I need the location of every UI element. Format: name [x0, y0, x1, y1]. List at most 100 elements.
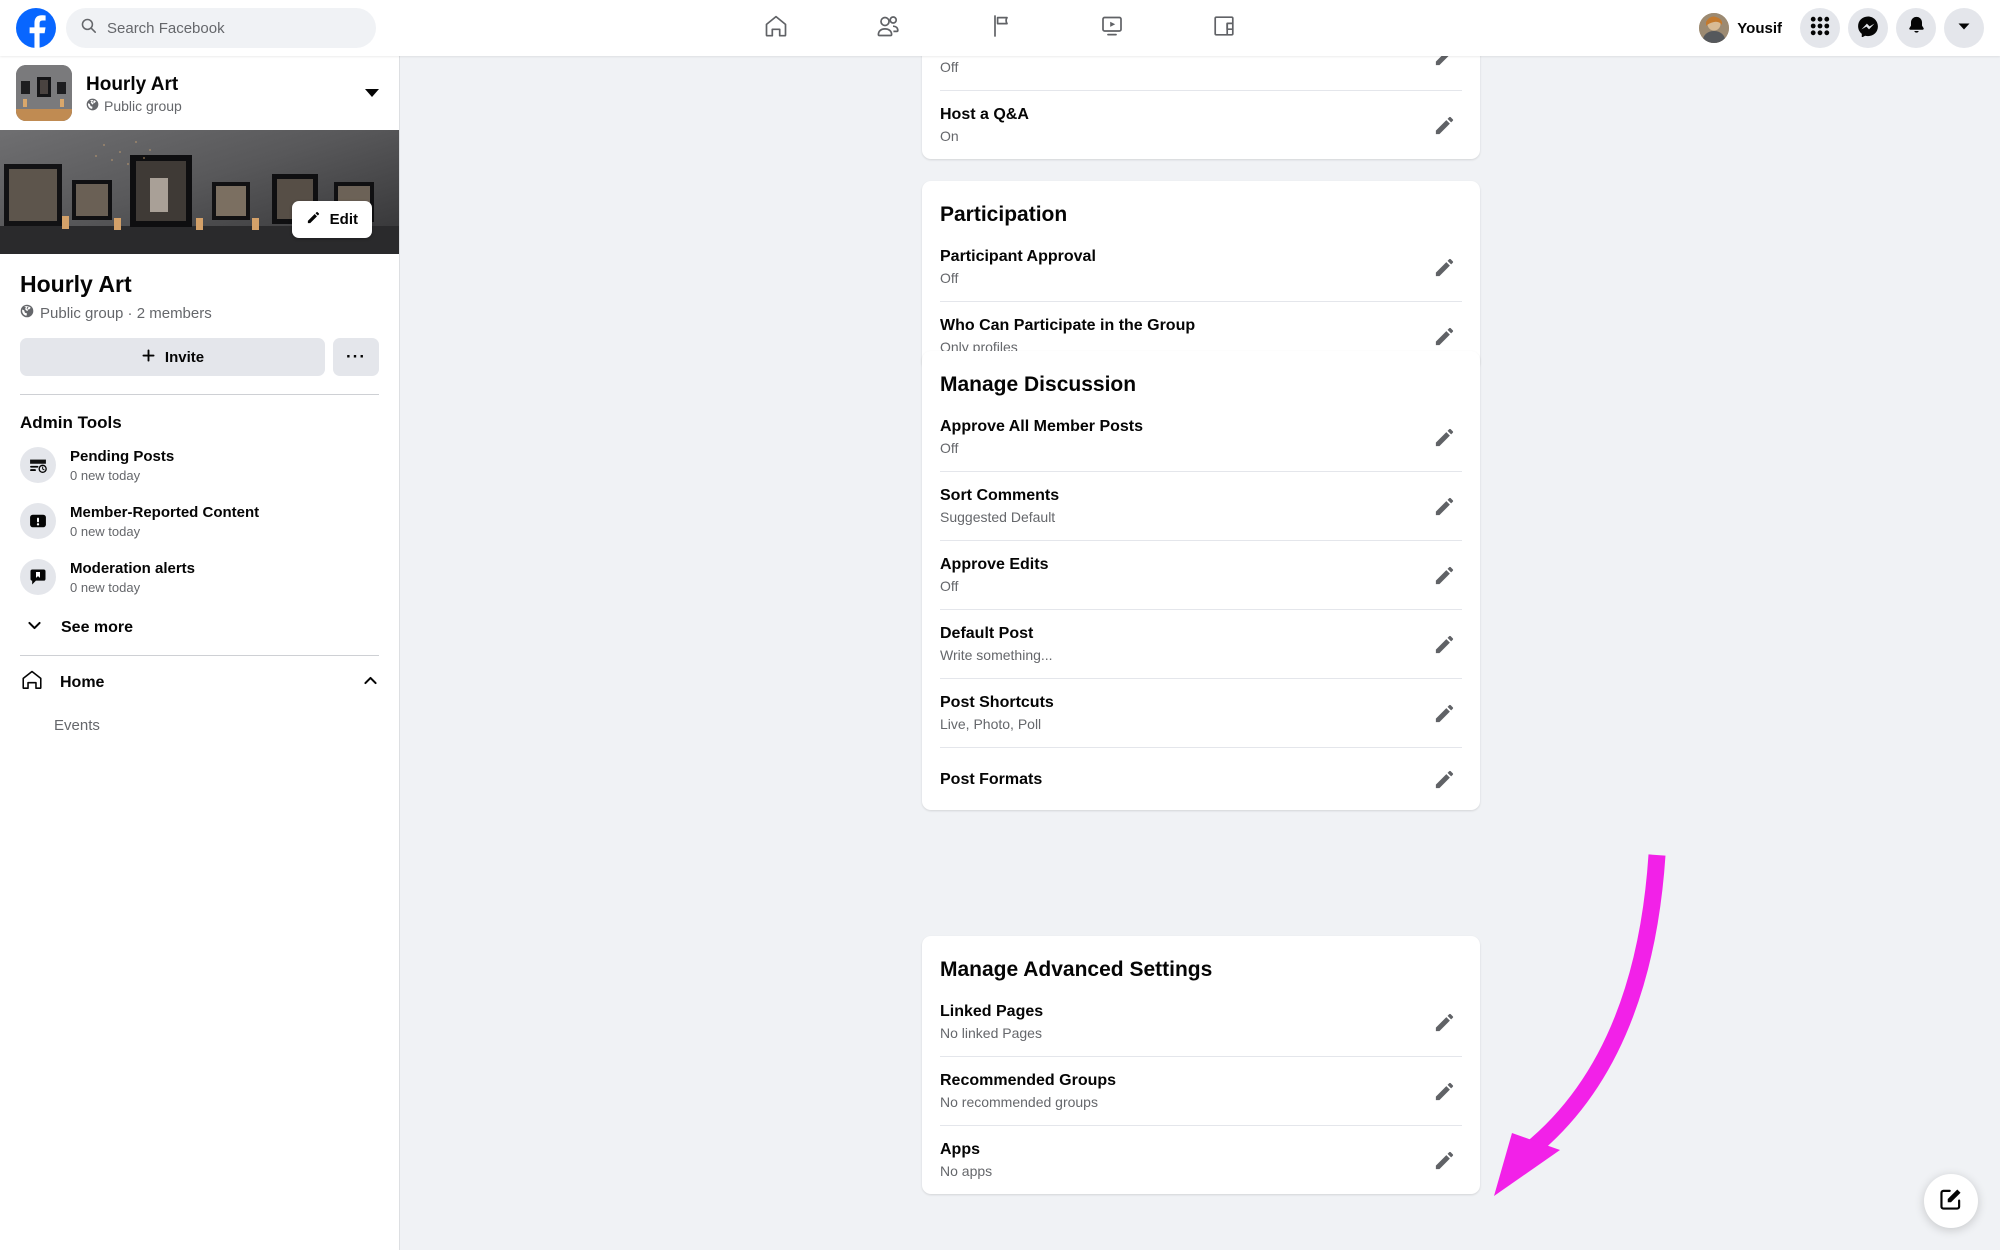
sidebar-item-sublabel: 0 new today — [70, 523, 141, 539]
setting-row-post-formats[interactable]: Post Formats — [940, 747, 1462, 810]
manage-advanced-settings-card-title: Manage Advanced Settings — [940, 958, 1213, 981]
edit-approve-all-member-posts-button[interactable] — [1426, 419, 1462, 455]
sidebar-item-text: Moderation alerts 0 new today — [70, 559, 195, 596]
topbar-left — [0, 8, 420, 48]
chevron-up-icon[interactable] — [362, 672, 379, 694]
setting-label: Host a Q&A — [940, 106, 1029, 123]
messenger-icon — [1857, 15, 1879, 42]
messenger-button[interactable] — [1848, 8, 1888, 48]
setting-text: Sort Comments Suggested Default — [940, 485, 1426, 527]
group-thumbnail — [16, 65, 72, 121]
pencil-icon — [1435, 635, 1453, 653]
edit-sort-comments-button[interactable] — [1426, 488, 1462, 524]
sidebar-item-events[interactable]: Events — [0, 709, 399, 743]
notifications-button[interactable] — [1896, 8, 1936, 48]
search-icon — [80, 17, 97, 39]
setting-text: Post Formats — [940, 769, 1426, 790]
edit-who-can-participate-button[interactable] — [1426, 318, 1462, 354]
setting-row-sort-comments[interactable]: Sort Comments Suggested Default — [940, 471, 1462, 540]
setting-row-approve-all-member-posts[interactable]: Approve All Member Posts Off — [940, 403, 1462, 471]
edit-linked-pages-button[interactable] — [1426, 1004, 1462, 1040]
sidebar-item-member-reported-content[interactable]: Member-Reported Content 0 new today — [0, 493, 399, 549]
group-header-privacy-label: Public group — [104, 97, 182, 114]
setting-text: Approve All Member Posts Off — [940, 416, 1426, 458]
avatar — [1699, 13, 1730, 43]
profile-chip[interactable]: Yousif — [1695, 9, 1792, 47]
search-bar[interactable] — [66, 8, 376, 48]
manage-advanced-settings-card: Manage Advanced Settings Linked Pages No… — [922, 936, 1480, 1194]
nav-tab-friends[interactable] — [832, 4, 944, 52]
setting-value: No apps — [940, 1163, 993, 1179]
edit-approve-edits-button[interactable] — [1426, 557, 1462, 593]
edit-cover-button[interactable]: Edit — [291, 201, 372, 238]
nav-tab-gaming[interactable] — [1168, 4, 1280, 52]
compose-floating-button[interactable] — [1924, 1174, 1978, 1228]
sidebar-item-label: Home — [60, 673, 105, 691]
compose-icon — [1938, 1186, 1964, 1217]
menu-grid-button[interactable] — [1800, 8, 1840, 48]
edit-host-a-qa-button[interactable] — [1426, 107, 1462, 143]
setting-value: Write something... — [940, 647, 1053, 663]
pencil-icon — [1435, 704, 1453, 722]
main-content: Prayer Off Host a Q&A On Participation — [400, 56, 2000, 1250]
group-header-switcher[interactable]: Hourly Art Public group — [0, 56, 399, 130]
topbar-right: Yousif — [1695, 0, 1984, 56]
setting-row-host-a-qa[interactable]: Host a Q&A On — [940, 90, 1462, 159]
edit-participant-approval-button[interactable] — [1426, 249, 1462, 285]
setting-label: Recommended Groups — [940, 1072, 1117, 1089]
caret-down-icon[interactable] — [365, 89, 379, 97]
edit-post-formats-button[interactable] — [1426, 761, 1462, 797]
group-header-subtitle: Public group — [86, 98, 351, 114]
setting-row-prayer[interactable]: Prayer Off — [940, 56, 1462, 90]
nav-tab-marketplace[interactable] — [944, 4, 1056, 52]
edit-cover-label: Edit — [329, 211, 358, 228]
globe-icon — [20, 304, 34, 322]
setting-row-default-post[interactable]: Default Post Write something... — [940, 609, 1462, 678]
edit-recommended-groups-button[interactable] — [1426, 1073, 1462, 1109]
setting-text: Post Shortcuts Live, Photo, Poll — [940, 692, 1426, 734]
setting-value: On — [940, 128, 959, 144]
edit-default-post-button[interactable] — [1426, 626, 1462, 662]
invite-button[interactable]: Invite — [20, 338, 325, 376]
facebook-logo[interactable] — [16, 8, 56, 48]
sidebar-item-label: Member-Reported Content — [70, 503, 260, 521]
setting-label: Who Can Participate in the Group — [940, 317, 1196, 334]
group-more-options-button[interactable]: ··· — [333, 338, 379, 376]
setting-value: Off — [940, 440, 959, 456]
home-outline-icon — [20, 668, 44, 697]
setting-value: Off — [940, 270, 959, 286]
setting-text: Participant Approval Off — [940, 246, 1426, 288]
group-info-block: Hourly Art Public group · 2 members — [0, 254, 399, 322]
topbar-nav-tabs — [720, 4, 1280, 52]
group-actions: Invite ··· — [0, 322, 399, 376]
setting-row-recommended-groups[interactable]: Recommended Groups No recommended groups — [940, 1056, 1462, 1125]
pencil-icon — [1435, 497, 1453, 515]
setting-row-participant-approval[interactable]: Participant Approval Off — [940, 233, 1462, 301]
nav-tab-home[interactable] — [720, 4, 832, 52]
sidebar-item-home[interactable]: Home — [0, 656, 399, 709]
sidebar-item-moderation-alerts[interactable]: Moderation alerts 0 new today — [0, 549, 399, 605]
edit-post-shortcuts-button[interactable] — [1426, 695, 1462, 731]
manage-discussion-card-title: Manage Discussion — [940, 373, 1137, 396]
sidebar-item-pending-posts[interactable]: Pending Posts 0 new today — [0, 437, 399, 493]
globe-icon — [86, 98, 99, 114]
chevron-down-icon — [1956, 18, 1972, 39]
setting-label: Apps — [940, 1141, 980, 1158]
setting-value: Off — [940, 578, 959, 594]
setting-row-post-shortcuts[interactable]: Post Shortcuts Live, Photo, Poll — [940, 678, 1462, 747]
participation-card: Participation Participant Approval Off W… — [922, 181, 1480, 370]
edit-apps-button[interactable] — [1426, 1142, 1462, 1178]
account-menu-button[interactable] — [1944, 8, 1984, 48]
setting-row-linked-pages[interactable]: Linked Pages No linked Pages — [940, 988, 1462, 1056]
setting-row-approve-edits[interactable]: Approve Edits Off — [940, 540, 1462, 609]
nav-tab-watch[interactable] — [1056, 4, 1168, 52]
setting-text: Recommended Groups No recommended groups — [940, 1070, 1426, 1112]
see-more-button[interactable]: See more — [0, 605, 399, 651]
left-sidebar: Hourly Art Public group Edit Hourly Art … — [0, 56, 400, 1250]
setting-row-apps[interactable]: Apps No apps — [940, 1125, 1462, 1194]
video-play-icon — [1098, 12, 1126, 45]
search-input[interactable] — [107, 19, 362, 37]
setting-value: No linked Pages — [940, 1025, 1042, 1041]
edit-prayer-button[interactable] — [1426, 56, 1462, 74]
pencil-icon — [1435, 1082, 1453, 1100]
